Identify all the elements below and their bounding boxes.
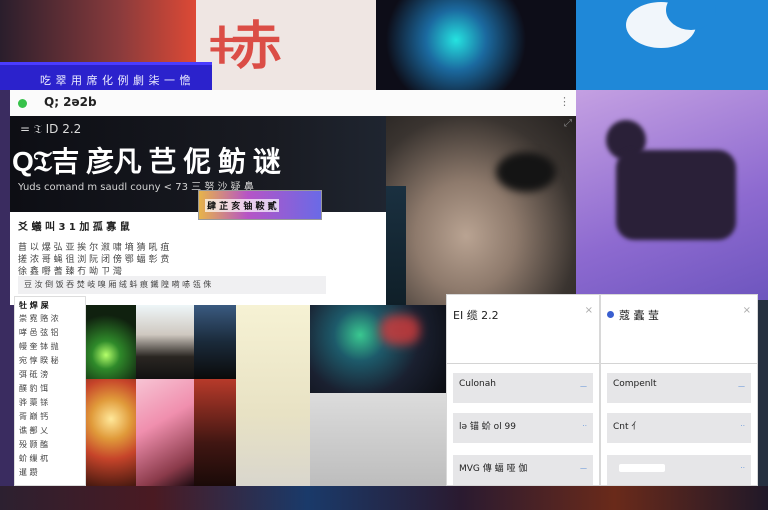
- panel-logo-icon: [607, 311, 614, 318]
- hero-title: Q𝔗吉 彦凡 芑 伲 鲂 谜: [12, 146, 281, 177]
- option-label: lə 锚 蚧 ol 99: [459, 422, 516, 432]
- option-label: Cnt 亻: [613, 422, 641, 432]
- expand-icon[interactable]: ⤢: [564, 118, 572, 129]
- address-bar[interactable]: Q; 2ə2b: [44, 95, 97, 109]
- option-label: MVG 傳 蝠 哑 伽: [459, 464, 528, 474]
- background-tile-calligraphy: ǂ赤: [196, 0, 376, 90]
- option-card[interactable]: ··: [607, 455, 751, 485]
- game-scene-image[interactable]: [310, 305, 446, 393]
- option-card[interactable]: Cnt 亻 ··: [607, 413, 751, 443]
- panel-title: EI 缆 2.2: [453, 309, 499, 322]
- option-card[interactable]: Culonah —: [453, 373, 593, 403]
- thumbnail-image[interactable]: [86, 379, 136, 486]
- thumbnail-image[interactable]: [194, 305, 236, 379]
- sidebar-item[interactable]: 哮 邑 弦 铝: [19, 327, 59, 338]
- banner-text: 吃 翠 用 席 化 例 劇 柒 一 憺: [40, 74, 191, 87]
- option-card[interactable]: MVG 傳 蝠 哑 伽 —: [453, 455, 593, 485]
- close-icon[interactable]: ×: [585, 305, 593, 316]
- settings-panel-left: EI 缆 2.2 × Culonah — lə 锚 蚧 ol 99 ·· MVG…: [446, 294, 600, 486]
- thumbnail-image[interactable]: [136, 305, 194, 379]
- sidebar-item[interactable]: 醭 豹 饵: [19, 383, 48, 394]
- sidebar-item[interactable]: 宛 惇 睽 秘: [19, 355, 59, 366]
- browser-toolbar: Q; 2ə2b ⋮: [10, 90, 576, 117]
- background-tile-red: [0, 0, 200, 62]
- option-link[interactable]: —: [580, 382, 587, 390]
- thumbnail-image[interactable]: [136, 379, 194, 486]
- ad-label: 肆 芷 亥 铀 鞍 貳: [205, 199, 279, 212]
- article-title[interactable]: 爻 蟻 叫 3 1 加 孤 寡 鼠: [18, 218, 130, 233]
- option-link[interactable]: ··: [583, 422, 587, 430]
- sidebar-item[interactable]: 崇 霓 赂 浓: [19, 313, 59, 324]
- article-block: 爻 蟻 叫 3 1 加 孤 寡 鼠 苜 以 爆 弘 亚 挨 尔 溆 啸 墒 猜 …: [10, 212, 353, 305]
- article-caption: 豆 汝 倒 饭 吞 焚 岐 嗅 厢 绒 蚪 痕 鐵 隍 嗬 哧 瓴 侏: [18, 276, 326, 294]
- ad-banner[interactable]: 肆 芷 亥 铀 鞍 貳: [198, 190, 322, 220]
- sidebar-item[interactable]: 蚧 缫 杌: [19, 453, 48, 464]
- top-banner[interactable]: 吃 翠 用 席 化 例 劇 柒 一 憺: [0, 62, 212, 90]
- settings-panel-right: 蔻 蠹 莹 × Compenlt — Cnt 亻 ·· ··: [600, 294, 758, 486]
- option-link[interactable]: —: [580, 464, 587, 472]
- sidebar-item[interactable]: 骅 蕖 铩: [19, 397, 48, 408]
- sidebar-title: 牡 焊 屎: [19, 301, 49, 310]
- background-strip-bottom: [0, 486, 768, 510]
- hero-photo[interactable]: ⤢: [386, 116, 576, 305]
- option-link[interactable]: —: [738, 382, 745, 390]
- sidebar-item[interactable]: 弭 砥 滂: [19, 369, 48, 380]
- option-label: Culonah: [459, 379, 496, 389]
- option-card[interactable]: lə 锚 蚧 ol 99 ··: [453, 413, 593, 443]
- background-tile-blue: [576, 0, 768, 90]
- toggle-pill[interactable]: [619, 464, 665, 472]
- divider: [447, 363, 599, 364]
- sidebar-list: 牡 焊 屎 崇 霓 赂 浓 哮 邑 弦 铝 幔 奎 钵 抛 宛 惇 睽 秘 弭 …: [14, 296, 86, 486]
- thumbnail-image[interactable]: [194, 379, 236, 486]
- panel-title-row: 蔻 蠹 莹: [607, 307, 659, 323]
- thumbnail-image[interactable]: [86, 305, 136, 379]
- sidebar-item[interactable]: 殁 颢 醢: [19, 439, 48, 450]
- browser-window: Q; 2ə2b ⋮ = 𝔗 ID 2.2 Q𝔗吉 彦凡 芑 伲 鲂 谜 Yuds…: [10, 90, 576, 305]
- option-card[interactable]: Compenlt —: [607, 373, 751, 403]
- panel-title: 蔻 蠹 莹: [619, 309, 659, 322]
- sidebar-item[interactable]: 谯 鄯 乂: [19, 425, 48, 436]
- sidebar-item[interactable]: 胥 巅 钙: [19, 411, 48, 422]
- menu-icon[interactable]: ⋮: [559, 95, 570, 108]
- sidebar-item[interactable]: 暹 躜: [19, 467, 38, 478]
- close-icon[interactable]: ×: [743, 305, 751, 316]
- calligraphy-art: ǂ赤: [210, 16, 282, 77]
- hero-kicker: = 𝔗 ID 2.2: [20, 122, 82, 136]
- image-grid: [86, 305, 236, 486]
- blank-image-area: [236, 305, 310, 486]
- option-link[interactable]: ··: [741, 464, 745, 472]
- divider: [601, 363, 757, 364]
- option-link[interactable]: ··: [741, 422, 745, 430]
- sidebar-item[interactable]: 幔 奎 钵 抛: [19, 341, 59, 352]
- background-tile-cyan: [376, 0, 576, 90]
- option-label: Compenlt: [613, 379, 657, 389]
- window-status-dot[interactable]: [18, 99, 27, 108]
- background-tile-right: [758, 300, 768, 486]
- background-tile-purple: [576, 90, 768, 300]
- gray-placeholder: [310, 393, 446, 486]
